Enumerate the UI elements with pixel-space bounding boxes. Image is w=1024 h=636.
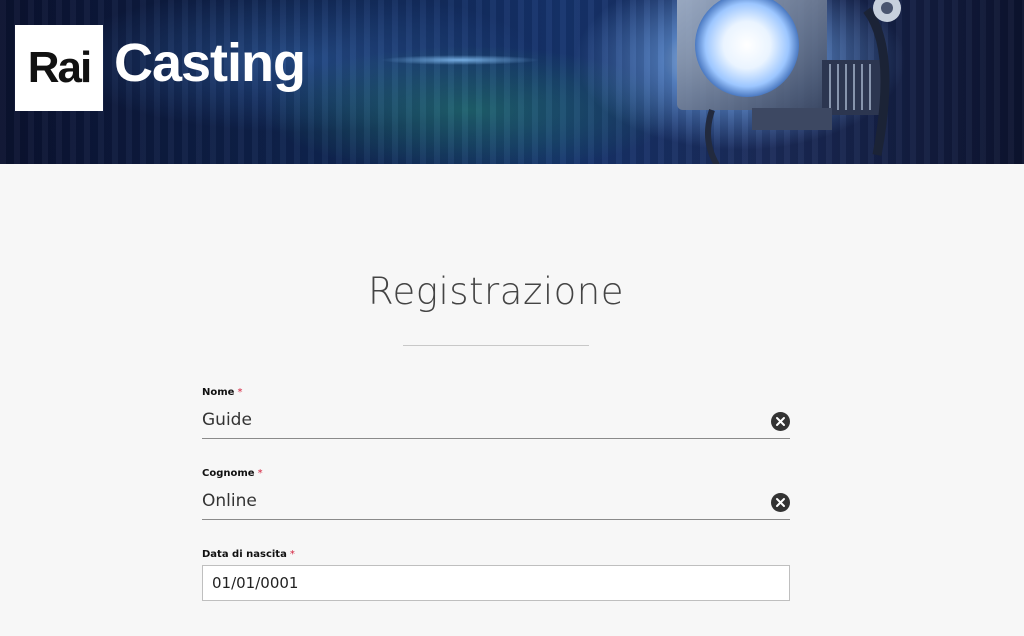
- field-data-nascita: Data di nascita *: [202, 548, 790, 601]
- logo-casting-text: Casting: [114, 33, 306, 93]
- close-circle-icon[interactable]: [771, 412, 790, 431]
- cognome-label: Cognome *: [202, 467, 790, 481]
- cognome-input-wrap: [202, 485, 790, 520]
- data-nascita-label: Data di nascita *: [202, 548, 790, 562]
- birth-date-input[interactable]: [202, 565, 790, 601]
- field-cognome: Cognome *: [202, 467, 790, 520]
- nome-input-wrap: [202, 404, 790, 439]
- required-marker: *: [237, 387, 243, 398]
- cognome-label-text: Cognome: [202, 468, 255, 479]
- nome-label-text: Nome: [202, 387, 235, 398]
- header-banner: Rai Casting: [0, 0, 1024, 164]
- required-marker: *: [289, 549, 295, 560]
- field-nome: Nome *: [202, 386, 790, 439]
- logo-rai-text: Rai: [27, 43, 93, 92]
- lens-flare: [380, 55, 540, 65]
- nome-label: Nome *: [202, 386, 790, 400]
- rai-logo[interactable]: Rai: [15, 25, 103, 111]
- title-divider: [403, 345, 589, 346]
- required-marker: *: [257, 468, 263, 479]
- page: Rai Casting Registrazione Nome* Cognome*: [0, 0, 1024, 636]
- close-circle-icon[interactable]: [771, 493, 790, 512]
- page-title: Registrazione: [367, 270, 624, 313]
- data-nascita-label-text: Data di nascita: [202, 549, 287, 560]
- nome-input[interactable]: [202, 404, 762, 436]
- spotlight-icon: [677, 0, 901, 164]
- cognome-input[interactable]: [202, 485, 762, 517]
